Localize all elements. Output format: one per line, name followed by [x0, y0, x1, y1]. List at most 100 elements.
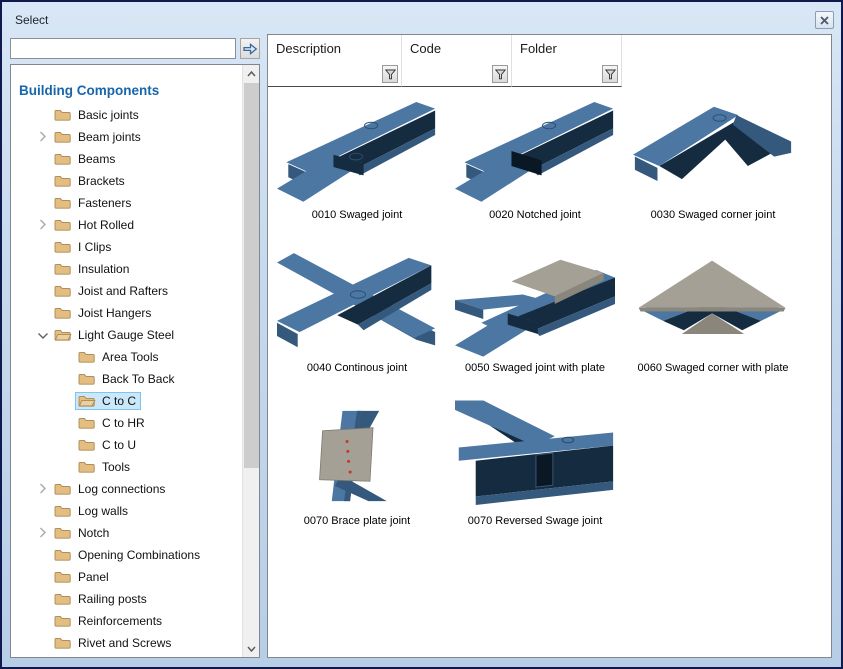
- tree-item-panel[interactable]: Panel: [11, 566, 242, 588]
- tree-item-inner[interactable]: Basic joints: [51, 106, 144, 124]
- tree-item-inner[interactable]: Back To Back: [75, 370, 179, 388]
- scroll-down-button[interactable]: [243, 640, 260, 657]
- tree-item-brackets[interactable]: Brackets: [11, 170, 242, 192]
- scroll-up-button[interactable]: [243, 65, 260, 82]
- component-item-0050-swaged-joint-with-plate[interactable]: 0050 Swaged joint with plate: [446, 247, 624, 400]
- tree-item-label: C to C: [102, 394, 136, 408]
- tree-item-inner[interactable]: Log connections: [51, 480, 170, 498]
- folder-icon: [54, 636, 72, 650]
- tree-item-inner[interactable]: Log walls: [51, 502, 133, 520]
- tree-item-i-clips[interactable]: I Clips: [11, 236, 242, 258]
- tree-item-tools[interactable]: Tools: [11, 456, 242, 478]
- tree-item-rivet-and-screws[interactable]: Rivet and Screws: [11, 632, 242, 654]
- tree-root-header[interactable]: Building Components: [19, 83, 242, 98]
- filter-button-code[interactable]: [492, 65, 508, 83]
- tree-item-inner[interactable]: Opening Combinations: [51, 546, 205, 564]
- tree-item-c-to-c[interactable]: C to C: [11, 390, 242, 412]
- filter-button-folder[interactable]: [602, 65, 618, 83]
- tree-expander: [59, 437, 75, 453]
- tree-item-inner[interactable]: Panel: [51, 568, 114, 586]
- column-label: Folder: [520, 41, 557, 56]
- component-item-0030-swaged-corner-joint[interactable]: 0030 Swaged corner joint: [624, 94, 802, 247]
- tree-item-inner[interactable]: Joist Hangers: [51, 304, 156, 322]
- folder-icon: [54, 152, 72, 166]
- component-item-0070-brace-plate-joint[interactable]: 0070 Brace plate joint: [268, 400, 446, 553]
- tree-item-inner[interactable]: Reinforcements: [51, 612, 167, 630]
- tree-item-inner[interactable]: Beams: [51, 150, 120, 168]
- tree-item-label: Log walls: [78, 504, 128, 518]
- tree-item-light-gauge-steel[interactable]: Light Gauge Steel: [11, 324, 242, 346]
- column-header-description[interactable]: Description: [268, 35, 402, 87]
- component-item-0060-swaged-corner-with-plate[interactable]: 0060 Swaged corner with plate: [624, 247, 802, 400]
- search-input[interactable]: [10, 38, 236, 59]
- tree-item-area-tools[interactable]: Area Tools: [11, 346, 242, 368]
- tree-item-label: Notch: [78, 526, 109, 540]
- tree-item-inner[interactable]: C to C: [75, 392, 141, 410]
- tree-item-joist-hangers[interactable]: Joist Hangers: [11, 302, 242, 324]
- tree-item-inner[interactable]: Light Gauge Steel: [51, 326, 179, 344]
- tree-item-c-to-u[interactable]: C to U: [11, 434, 242, 456]
- tree-item-inner[interactable]: I Clips: [51, 238, 116, 256]
- component-thumbnail: [633, 94, 793, 206]
- search-go-button[interactable]: [240, 38, 260, 59]
- funnel-icon: [495, 69, 506, 80]
- tree-expander[interactable]: [35, 129, 51, 145]
- tree-item-inner[interactable]: Rivet and Screws: [51, 634, 176, 652]
- tree-item-inner[interactable]: Tools: [75, 458, 135, 476]
- tree-expander[interactable]: [35, 525, 51, 541]
- tree-item-inner[interactable]: Insulation: [51, 260, 134, 278]
- tree-item-label: Reinforcements: [78, 614, 162, 628]
- tree-item-inner[interactable]: C to HR: [75, 414, 150, 432]
- tree-item-insulation[interactable]: Insulation: [11, 258, 242, 280]
- close-button[interactable]: [815, 11, 834, 29]
- tree-item-c-to-hr[interactable]: C to HR: [11, 412, 242, 434]
- tree-item-back-to-back[interactable]: Back To Back: [11, 368, 242, 390]
- tree-item-inner[interactable]: Beam joints: [51, 128, 146, 146]
- component-caption: 0050 Swaged joint with plate: [465, 362, 605, 374]
- tree-item-fasteners[interactable]: Fasteners: [11, 192, 242, 214]
- tree-expander[interactable]: [35, 217, 51, 233]
- column-header-code[interactable]: Code: [402, 35, 512, 87]
- scrollbar-thumb[interactable]: [244, 83, 259, 468]
- window-title: Select: [15, 13, 48, 27]
- tree-item-inner[interactable]: Fasteners: [51, 194, 136, 212]
- tree-item-inner[interactable]: Brackets: [51, 172, 130, 190]
- tree-item-inner[interactable]: Notch: [51, 524, 114, 542]
- tree-expander[interactable]: [35, 327, 51, 343]
- tree-item-inner[interactable]: Area Tools: [75, 348, 163, 366]
- component-caption: 0010 Swaged joint: [312, 209, 403, 221]
- tree-scrollbar[interactable]: [242, 65, 259, 657]
- expander-collapsed-icon: [39, 527, 47, 539]
- tree-expander: [35, 635, 51, 651]
- tree-expander: [35, 195, 51, 211]
- tree-item-beams[interactable]: Beams: [11, 148, 242, 170]
- tree-item-joist-and-rafters[interactable]: Joist and Rafters: [11, 280, 242, 302]
- filter-button-description[interactable]: [382, 65, 398, 83]
- tree-item-basic-joints[interactable]: Basic joints: [11, 104, 242, 126]
- component-item-0010-swaged-joint[interactable]: 0010 Swaged joint: [268, 94, 446, 247]
- column-header-folder[interactable]: Folder: [512, 35, 622, 87]
- tree-item-inner[interactable]: Joist and Rafters: [51, 282, 173, 300]
- tree-item-log-walls[interactable]: Log walls: [11, 500, 242, 522]
- tree-expander: [59, 349, 75, 365]
- tree-item-inner[interactable]: C to U: [75, 436, 141, 454]
- tree-item-opening-combinations[interactable]: Opening Combinations: [11, 544, 242, 566]
- tree-item-reinforcements[interactable]: Reinforcements: [11, 610, 242, 632]
- tree-item-notch[interactable]: Notch: [11, 522, 242, 544]
- component-item-0040-continous-joint[interactable]: 0040 Continous joint: [268, 247, 446, 400]
- component-item-0020-notched-joint[interactable]: 0020 Notched joint: [446, 94, 624, 247]
- tree-item-inner[interactable]: Railing posts: [51, 590, 152, 608]
- component-caption: 0070 Reversed Swage joint: [468, 515, 603, 527]
- tree-item-hot-rolled[interactable]: Hot Rolled: [11, 214, 242, 236]
- tree-item-label: Rivet and Screws: [78, 636, 171, 650]
- component-item-0070-reversed-swage-joint[interactable]: 0070 Reversed Swage joint: [446, 400, 624, 553]
- component-thumbnail: [633, 247, 793, 359]
- tree-item-log-connections[interactable]: Log connections: [11, 478, 242, 500]
- expander-collapsed-icon: [39, 483, 47, 495]
- tree-item-railing-posts[interactable]: Railing posts: [11, 588, 242, 610]
- tree-item-label: Hot Rolled: [78, 218, 134, 232]
- tree-expander: [59, 393, 75, 409]
- tree-expander[interactable]: [35, 481, 51, 497]
- tree-item-inner[interactable]: Hot Rolled: [51, 216, 139, 234]
- tree-item-beam-joints[interactable]: Beam joints: [11, 126, 242, 148]
